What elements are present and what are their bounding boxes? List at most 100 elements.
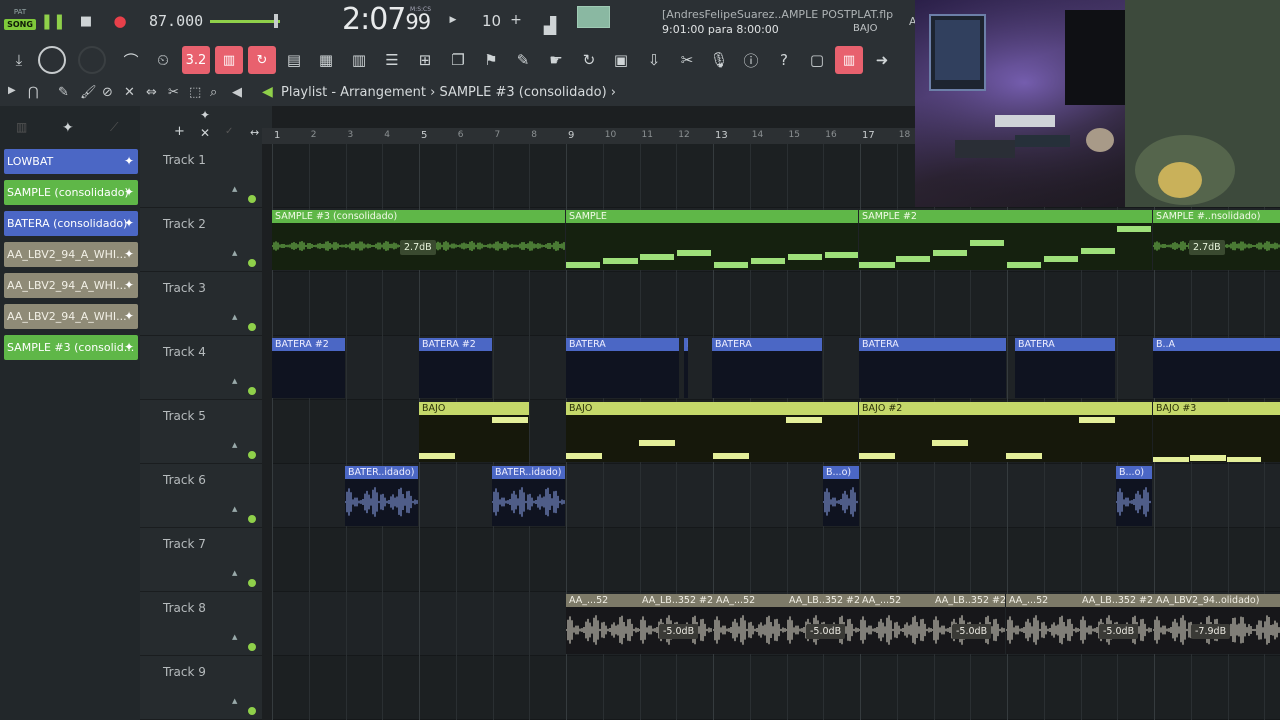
- clip-title[interactable]: BATER..idado): [492, 466, 565, 479]
- playlist-clip[interactable]: BATERA #2: [272, 338, 345, 398]
- playlist-clip[interactable]: BAJO #2: [859, 402, 1152, 462]
- window-icon[interactable]: ▢: [806, 49, 828, 71]
- track-mute-led[interactable]: [248, 195, 256, 203]
- clip-title[interactable]: AA_LB..352 #2: [932, 594, 1005, 607]
- clipboard-icon[interactable]: ❐: [447, 49, 469, 71]
- channel-rack-icon[interactable]: ▥: [348, 49, 370, 71]
- info-icon[interactable]: ⓘ: [740, 49, 762, 71]
- playlist-icon[interactable]: ▤: [283, 49, 305, 71]
- master-volume-handle[interactable]: [274, 14, 278, 28]
- track-name[interactable]: Track 3: [163, 281, 206, 295]
- clip-title[interactable]: AA_LB..352 #2: [786, 594, 859, 607]
- track-mute-led[interactable]: [248, 515, 256, 523]
- track-header[interactable]: Track 7 ▲: [140, 528, 262, 592]
- stop-icon[interactable]: ■: [77, 12, 95, 30]
- zoom-fit-icon[interactable]: ↔: [250, 126, 259, 139]
- brush-icon[interactable]: 🖌: [80, 85, 97, 100]
- clip-title[interactable]: BATERA: [566, 338, 679, 351]
- playlist-clip[interactable]: AA_LBV2_94..olidado) -7.9dB: [1153, 594, 1280, 654]
- playlist-clip[interactable]: AA_LB..352 #2 -5.0dB: [786, 594, 859, 654]
- clip-title[interactable]: BAJO #2: [859, 402, 1152, 415]
- pause-icon[interactable]: ❚❚: [40, 12, 65, 30]
- automation-icon[interactable]: ⟋: [110, 120, 118, 135]
- piano-icon[interactable]: ▥: [16, 120, 27, 134]
- track-collapse-icon[interactable]: ▲: [232, 249, 237, 257]
- clip-title[interactable]: AA_LB..352 #2: [1079, 594, 1153, 607]
- track-mute-led[interactable]: [248, 259, 256, 267]
- typing-keyboard-icon[interactable]: ▥: [835, 46, 863, 74]
- playlist-clip[interactable]: BATERA: [859, 338, 1006, 398]
- timeline-bar-number[interactable]: 5: [421, 130, 427, 141]
- clip-title[interactable]: AA_...52: [859, 594, 932, 607]
- time-format-label[interactable]: M:S:CS: [410, 6, 431, 13]
- pencil-tool-icon[interactable]: ✎: [512, 49, 534, 71]
- current-pattern[interactable]: SAMPLE #3 (consolidado): [439, 85, 606, 100]
- track-mute-led[interactable]: [248, 707, 256, 715]
- countdown-icon[interactable]: 3.2: [182, 46, 210, 74]
- timeline-bar-number[interactable]: 3: [348, 130, 354, 140]
- timeline-bar-number[interactable]: 18: [899, 130, 910, 140]
- record-icon[interactable]: ●: [111, 12, 129, 30]
- timeline-bar-number[interactable]: 8: [531, 130, 537, 140]
- playlist-clip[interactable]: BAJO: [566, 402, 858, 462]
- clip-title[interactable]: BATERA #2: [419, 338, 492, 351]
- track-header[interactable]: Track 3 ▲: [140, 272, 262, 336]
- remove-icon[interactable]: ✕: [200, 126, 210, 140]
- waveform-small-icon[interactable]: ✦: [200, 108, 210, 122]
- wait-icon[interactable]: ⏲: [152, 49, 174, 71]
- track-name[interactable]: Track 7: [163, 537, 206, 551]
- play-small-icon[interactable]: ▶: [447, 13, 459, 27]
- track-collapse-icon[interactable]: ▲: [232, 697, 237, 705]
- clip-title[interactable]: SAMPLE #2: [859, 210, 1152, 223]
- timeline-bar-number[interactable]: 13: [715, 130, 728, 141]
- track-header[interactable]: Track 5 ▲: [140, 400, 262, 464]
- snap-magnet-icon[interactable]: ⋂: [28, 85, 39, 100]
- picker-item[interactable]: AA_LBV2_94_A_WHI... ✦: [4, 273, 138, 298]
- clip-title[interactable]: BATERA: [712, 338, 822, 351]
- playlist-clip[interactable]: BATERA #2: [419, 338, 492, 398]
- timeline-bar-number[interactable]: 1: [274, 130, 280, 141]
- track-name[interactable]: Track 5: [163, 409, 206, 423]
- track-mute-led[interactable]: [248, 451, 256, 459]
- playlist-clip[interactable]: BAJO #3: [1153, 402, 1280, 462]
- clip-title[interactable]: SAMPLE #..nsolidado): [1153, 210, 1280, 223]
- track-name[interactable]: Track 6: [163, 473, 206, 487]
- audition-icon[interactable]: ◀: [232, 85, 242, 100]
- track-mute-led[interactable]: [248, 323, 256, 331]
- pattern-preview[interactable]: [577, 6, 610, 28]
- track-collapse-icon[interactable]: ▲: [232, 633, 237, 641]
- picker-item[interactable]: SAMPLE #3 (consolid... ✦: [4, 335, 138, 360]
- playlist-clip[interactable]: B...o): [823, 466, 859, 526]
- track-row[interactable]: [272, 656, 1280, 720]
- picker-item[interactable]: AA_LBV2_94_A_WHI... ✦: [4, 242, 138, 267]
- timeline-bar-number[interactable]: 16: [825, 130, 836, 140]
- clip-title[interactable]: BATERA: [859, 338, 1006, 351]
- playlist-clip[interactable]: AA_...52: [566, 594, 639, 654]
- playlist-clip[interactable]: B..A: [1153, 338, 1280, 398]
- piano-roll-icon[interactable]: ▦: [315, 49, 337, 71]
- step-edit-icon[interactable]: ▥: [215, 46, 243, 74]
- swing-knob[interactable]: [78, 46, 106, 74]
- clip-title[interactable]: AA_...52: [713, 594, 786, 607]
- clip-title[interactable]: BATERA: [1015, 338, 1115, 351]
- add-track-icon[interactable]: +: [174, 124, 185, 139]
- mixer-icon[interactable]: ☰: [381, 49, 403, 71]
- clip-title[interactable]: BAJO: [419, 402, 529, 415]
- picker-item[interactable]: BATERA (consolidado) ✦: [4, 211, 138, 236]
- playlist-menu-arrow-icon[interactable]: ▶: [8, 85, 16, 96]
- metronome-icon[interactable]: ⌒: [120, 49, 142, 71]
- playlist-clip[interactable]: BATERA: [712, 338, 822, 398]
- pat-song-switch[interactable]: PAT SONG: [4, 8, 36, 30]
- clip-title[interactable]: SAMPLE #3 (consolidado): [272, 210, 565, 223]
- track-name[interactable]: Track 4: [163, 345, 206, 359]
- track-row[interactable]: [272, 528, 1280, 592]
- timeline-bar-number[interactable]: 15: [789, 130, 800, 140]
- track-collapse-icon[interactable]: ▲: [232, 441, 237, 449]
- track-collapse-icon[interactable]: ▲: [232, 313, 237, 321]
- track-header[interactable]: Track 8 ▲: [140, 592, 262, 656]
- playlist-play-icon[interactable]: ◀: [262, 84, 273, 100]
- clip-title[interactable]: AA_LBV2_94..olidado): [1153, 594, 1280, 607]
- pat-label[interactable]: PAT: [4, 8, 36, 16]
- timeline-bar-number[interactable]: 12: [678, 130, 689, 140]
- playlist-clip[interactable]: AA_...52: [713, 594, 786, 654]
